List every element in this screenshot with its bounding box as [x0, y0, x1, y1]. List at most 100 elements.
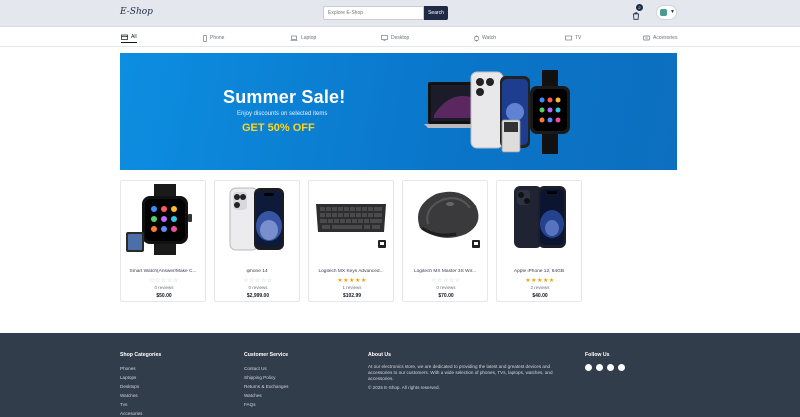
product-price: $70.00 [438, 293, 454, 299]
category-label: Laptop [301, 35, 317, 41]
banner-offer: GET 50% OFF [242, 122, 315, 134]
rating-stars: ☆☆☆☆☆ [403, 277, 489, 284]
category-label: TV [575, 35, 582, 41]
product-price: $102.99 [342, 293, 362, 299]
footer-link-watches[interactable]: Watches [244, 391, 288, 400]
social-links [585, 364, 625, 371]
facebook-icon[interactable] [585, 364, 592, 371]
category-desktop[interactable]: Desktop [381, 33, 409, 43]
rating-stars: ☆☆☆☆☆ [121, 277, 207, 284]
category-label: Desktop [391, 35, 410, 41]
category-label: Accesories [653, 35, 678, 41]
store-icon [121, 34, 128, 40]
star-icon: ★ [360, 278, 367, 284]
footer-link-phones[interactable]: Phones [120, 364, 161, 373]
site-footer: Shop Categories Phones Laptops Desktops … [0, 333, 800, 417]
about-text: At our electronics store, we are dedicat… [368, 364, 553, 381]
instagram-icon[interactable] [607, 364, 614, 371]
cart-button[interactable]: 2 [631, 4, 643, 20]
rating-stars: ★★★★★ [309, 277, 395, 284]
review-count: 0 reviews [248, 285, 268, 290]
footer-follow: Follow Us [585, 352, 625, 371]
footer-customer-service: Customer Service Contact Us Shipping Pol… [244, 352, 288, 409]
product-image-logitech-mx-keys [316, 204, 386, 248]
star-icon: ☆ [172, 278, 179, 284]
twitter-icon[interactable] [596, 364, 603, 371]
review-count: 2 reviews [530, 285, 550, 290]
product-price: $50.00 [156, 293, 172, 299]
product-card[interactable]: Logitech MX Master 3S Wir... ☆☆☆☆☆ 0 rev… [402, 180, 488, 302]
footer-heading: Follow Us [585, 352, 610, 358]
product-card[interactable]: Logitech MX Keys Advanced... ★★★★★ 1 rev… [308, 180, 394, 302]
product-image-logitech-mx-master [418, 191, 480, 248]
footer-link-shipping[interactable]: Shipping Policy [244, 373, 288, 382]
top-header: E-Shop Search 2 ▼ [0, 0, 800, 27]
desktop-icon [381, 35, 388, 41]
review-count: 0 reviews [154, 285, 174, 290]
footer-link-accessories[interactable]: Accesories [120, 409, 161, 417]
youtube-icon[interactable] [618, 364, 625, 371]
footer-link-returns[interactable]: Returns & Exchanges [244, 382, 288, 391]
category-label: All [131, 34, 137, 40]
promo-banner[interactable]: Summer Sale! Enjoy discounts on selected… [120, 53, 677, 170]
search-bar: Search [323, 6, 448, 20]
tv-icon [565, 35, 572, 41]
category-label: Phone [210, 35, 225, 41]
star-icon: ☆ [266, 278, 273, 284]
category-all[interactable]: All [121, 33, 137, 43]
review-count: 1 reviews [342, 285, 362, 290]
rating-stars: ☆☆☆☆☆ [215, 277, 301, 284]
banner-title: Summer Sale! [223, 87, 346, 107]
category-tv[interactable]: TV [565, 33, 581, 43]
rating-stars: ★★★★★ [497, 277, 583, 284]
avatar [660, 9, 667, 16]
footer-link-watches[interactable]: Watches [120, 391, 161, 400]
star-icon: ★ [548, 278, 555, 284]
search-input[interactable] [323, 6, 424, 20]
star-icon: ☆ [454, 278, 461, 284]
product-card[interactable]: Apple iPhone 12, 64GB ★★★★★ 2 reviews $4… [496, 180, 582, 302]
product-image-smartwatch [126, 184, 192, 255]
site-logo[interactable]: E-Shop [120, 7, 153, 17]
footer-about: About Us At our electronics store, we ar… [368, 352, 558, 390]
footer-link-desktops[interactable]: Desktops [120, 382, 161, 391]
product-card[interactable]: iphone 14 ☆☆☆☆☆ 0 reviews $2,999.00 [214, 180, 300, 302]
category-accessories[interactable]: Accesories [643, 33, 677, 43]
category-phone[interactable]: Phone [203, 33, 224, 43]
laptop-icon [290, 35, 298, 41]
footer-link-laptops[interactable]: Laptops [120, 373, 161, 382]
product-price: $2,999.00 [246, 293, 270, 299]
category-laptop[interactable]: Laptop [290, 33, 316, 43]
footer-heading: Customer Service [244, 352, 289, 358]
footer-link-tvs[interactable]: Tvs [120, 400, 161, 409]
footer-shop-categories: Shop Categories Phones Laptops Desktops … [120, 352, 161, 417]
phone-icon [203, 34, 207, 42]
banner-products-image [424, 70, 570, 154]
banner-subtitle: Enjoy discounts on selected items [237, 111, 328, 117]
category-label: Watch [482, 35, 496, 41]
user-menu[interactable]: ▼ [656, 5, 677, 20]
footer-link-contact[interactable]: Contact Us [244, 364, 288, 373]
product-name[interactable]: Smart Watch(Answer/Make C... [123, 269, 203, 274]
product-name[interactable]: Logitech MX Keys Advanced... [311, 269, 391, 274]
chevron-down-icon: ▼ [670, 9, 675, 15]
cart-count-badge: 2 [636, 4, 643, 11]
search-button[interactable]: Search [424, 6, 448, 20]
accessories-icon [643, 35, 650, 41]
review-count: 0 reviews [436, 285, 456, 290]
product-price: $40.00 [532, 293, 548, 299]
product-name[interactable]: iphone 14 [217, 269, 297, 274]
product-card[interactable]: Smart Watch(Answer/Make C... ☆☆☆☆☆ 0 rev… [120, 180, 206, 302]
product-name[interactable]: Apple iPhone 12, 64GB [499, 269, 579, 274]
watch-icon [474, 34, 479, 42]
product-image-iphone-12 [514, 186, 566, 248]
cart-icon [633, 12, 639, 20]
footer-heading: Shop Categories [120, 352, 162, 358]
product-name[interactable]: Logitech MX Master 3S Wir... [405, 269, 485, 274]
footer-link-faqs[interactable]: FAQs [244, 400, 288, 409]
category-nav: All Phone Laptop Desktop Watch TV Acceso… [0, 27, 800, 47]
product-image-iphone-14 [229, 187, 284, 251]
footer-heading: About Us [368, 352, 392, 358]
copyright: © 2025 E-Shop. All rights reserved. [368, 385, 440, 390]
category-watch[interactable]: Watch [474, 33, 496, 43]
